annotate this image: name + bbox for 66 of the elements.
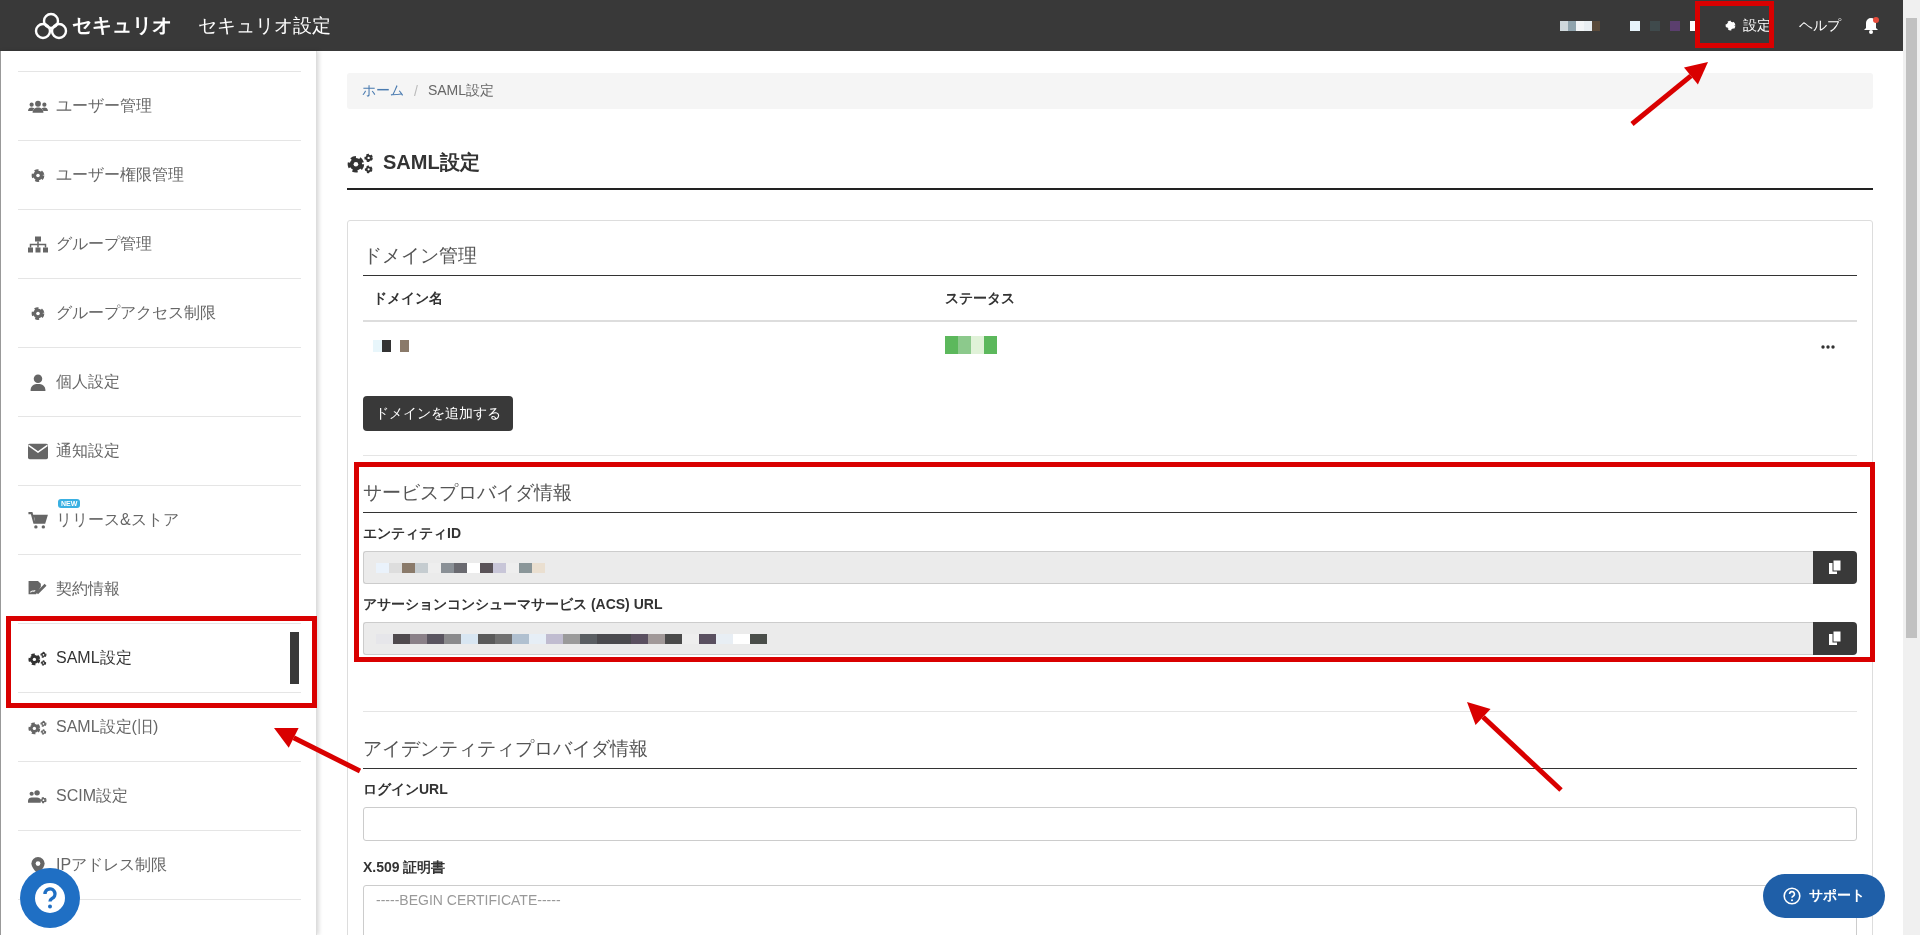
field-label: エンティティID (363, 525, 462, 543)
gears-icon (28, 649, 48, 667)
selected-indicator (290, 632, 299, 684)
sidebar-item-label: グループアクセス制限 (56, 302, 216, 323)
field-label: X.509 証明書 (363, 859, 447, 877)
redacted-text (945, 336, 997, 354)
cart-icon (28, 511, 48, 529)
section-title: サービスプロバイダ情報 (363, 480, 1857, 513)
sidebar-item-label: SAML設定(旧) (56, 716, 159, 737)
gears-icon (347, 151, 375, 174)
app-title: セキュリオ設定 (198, 13, 331, 38)
sidebar-item[interactable]: 通知設定 (18, 417, 301, 486)
sidebar-item[interactable]: ユーザー管理 (18, 72, 301, 141)
readonly-field[interactable] (363, 622, 1813, 655)
add-domain-button[interactable]: ドメインを追加する (363, 396, 513, 431)
field-label: ログインURL (363, 781, 449, 799)
column-header: ステータス (945, 290, 1015, 308)
field-label: アサーションコンシューマサービス (ACS) URL (363, 596, 664, 614)
section-title: アイデンティティプロバイダ情報 (363, 736, 1857, 769)
sitemap-icon (28, 235, 48, 253)
copy-button[interactable] (1813, 551, 1857, 584)
redacted-text (373, 340, 409, 352)
logo-text: セキュリオ (72, 13, 172, 38)
more-icon[interactable] (1821, 345, 1835, 349)
breadcrumb-separator: / (414, 83, 418, 99)
sidebar-item-label: 通知設定 (56, 440, 120, 461)
bell-icon[interactable] (1863, 17, 1879, 34)
redacted-text (1560, 20, 1600, 31)
page-title: SAML設定 (383, 150, 480, 175)
sidebar-item[interactable]: グループアクセス制限 (18, 279, 301, 348)
sidebar-item[interactable]: グループ管理 (18, 210, 301, 279)
envelope-icon (28, 442, 48, 460)
scrollbar[interactable] (1903, 0, 1920, 935)
help-link[interactable]: ヘルプ (1785, 0, 1855, 51)
sidebar-item-label: ユーザー権限管理 (56, 164, 184, 185)
settings-link[interactable]: 設定 (1710, 0, 1785, 51)
sidebar-item-label: グループ管理 (56, 233, 152, 254)
gear-icon (1724, 19, 1737, 32)
question-icon (1783, 887, 1801, 905)
copy-button[interactable] (1813, 622, 1857, 655)
breadcrumb-current: SAML設定 (427, 82, 494, 100)
sidebar-item-label: IPアドレス制限 (56, 854, 168, 875)
user-icon (28, 373, 48, 391)
sidebar-item-label: SAML設定 (56, 647, 132, 668)
users-gear-icon (28, 787, 48, 805)
section-title: ドメイン管理 (363, 243, 1857, 276)
sidebar-item[interactable]: SCIM設定 (18, 762, 301, 831)
readonly-field[interactable] (363, 551, 1813, 584)
sidebar-item-label: SCIM設定 (56, 785, 128, 806)
sidebar-item[interactable]: ユーザー権限管理 (18, 141, 301, 210)
sidebar-item[interactable]: 契約情報 (18, 555, 301, 624)
sidebar-item[interactable]: SAML設定 (18, 624, 301, 693)
gears-icon (28, 718, 48, 736)
sidebar-item-label: 個人設定 (56, 371, 120, 392)
column-header: ドメイン名 (373, 290, 444, 308)
support-button[interactable]: サポート (1763, 874, 1885, 918)
sidebar-item-label: リリース&ストア (56, 509, 179, 530)
login-url-input[interactable] (363, 807, 1857, 841)
sidebar-item-label: 契約情報 (56, 578, 120, 599)
question-icon (33, 881, 67, 915)
copy-icon (1828, 560, 1842, 575)
copy-icon (1828, 631, 1842, 646)
logo-icon (34, 11, 68, 40)
sidebar-item[interactable]: 個人設定 (18, 348, 301, 417)
breadcrumb-link[interactable]: ホーム (362, 82, 404, 100)
sidebar-item-label: ユーザー管理 (56, 95, 152, 116)
